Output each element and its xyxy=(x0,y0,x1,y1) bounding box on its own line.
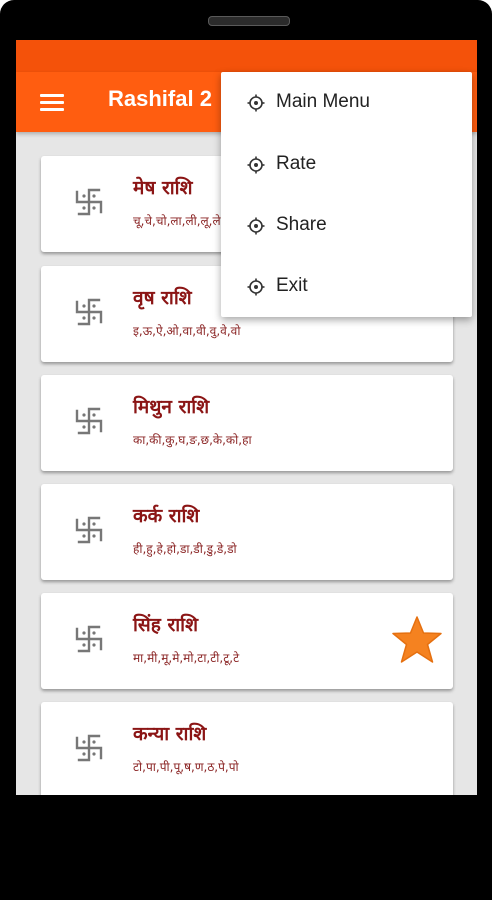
phone-speaker xyxy=(208,16,290,26)
menu-item-main-menu[interactable]: Main Menu xyxy=(221,72,472,134)
swastika-icon xyxy=(75,407,103,435)
rashi-letters: मा,मी,मू,मे,मो,टा,टी,टू,टे xyxy=(133,651,240,665)
menu-item-label: Share xyxy=(276,214,327,235)
menu-item-rate[interactable]: Rate xyxy=(221,134,472,195)
rashi-title: मिथुन राशि xyxy=(133,396,210,418)
gear-icon xyxy=(247,217,265,235)
gear-icon xyxy=(247,94,265,112)
rashi-title: मेष राशि xyxy=(133,177,193,199)
rashi-letters: ही,हु,हे,हो,डा,डी,डु,डे,डो xyxy=(133,542,237,556)
menu-item-label: Exit xyxy=(276,275,308,296)
phone-bottom-bezel xyxy=(0,795,492,900)
status-bar xyxy=(16,40,477,72)
swastika-icon xyxy=(75,516,103,544)
menu-item-share[interactable]: Share xyxy=(221,195,472,256)
rashi-card[interactable]: कर्क राशि ही,हु,हे,हो,डा,डी,डु,डे,डो xyxy=(41,484,453,580)
rashi-card[interactable]: कन्या राशि टो,पा,पी,पू,ष,ण,ठ,पे,पो xyxy=(41,702,453,795)
app-title: Rashifal 2 xyxy=(108,86,212,111)
swastika-icon xyxy=(75,188,103,216)
swastika-icon xyxy=(75,625,103,653)
rashi-letters: का,की,कु,घ,ङ,छ,के,को,हा xyxy=(133,433,252,447)
rashi-card[interactable]: मिथुन राशि का,की,कु,घ,ङ,छ,के,को,हा xyxy=(41,375,453,471)
rashi-title: कर्क राशि xyxy=(133,505,200,527)
rashi-title: सिंह राशि xyxy=(133,614,199,636)
rashi-card[interactable]: सिंह राशि मा,मी,मू,मे,मो,टा,टी,टू,टे xyxy=(41,593,453,689)
rashi-letters: इ,ऊ,ऐ,ओ,वा,वी,वु,वे,वो xyxy=(133,324,241,338)
gear-icon xyxy=(247,156,265,174)
star-icon[interactable] xyxy=(391,615,443,665)
rashi-letters: टो,पा,पी,पू,ष,ण,ठ,पे,पो xyxy=(133,760,239,774)
menu-item-exit[interactable]: Exit xyxy=(221,256,472,317)
rashi-title: वृष राशि xyxy=(133,287,192,309)
menu-item-label: Main Menu xyxy=(276,91,370,112)
swastika-icon xyxy=(75,298,103,326)
rashi-letters: चू,चे,चो,ला,ली,लू,ले xyxy=(133,214,221,228)
overflow-menu: Main Menu Rate Share Exit xyxy=(221,72,472,317)
menu-item-label: Rate xyxy=(276,153,317,174)
gear-icon xyxy=(247,278,265,296)
phone-frame: Rashifal 2 मेष राशि चू,चे,चो,ला,ली,लू,ले xyxy=(0,0,492,900)
rashi-title: कन्या राशि xyxy=(133,723,207,745)
hamburger-menu-icon[interactable] xyxy=(40,94,64,112)
swastika-icon xyxy=(75,734,103,762)
